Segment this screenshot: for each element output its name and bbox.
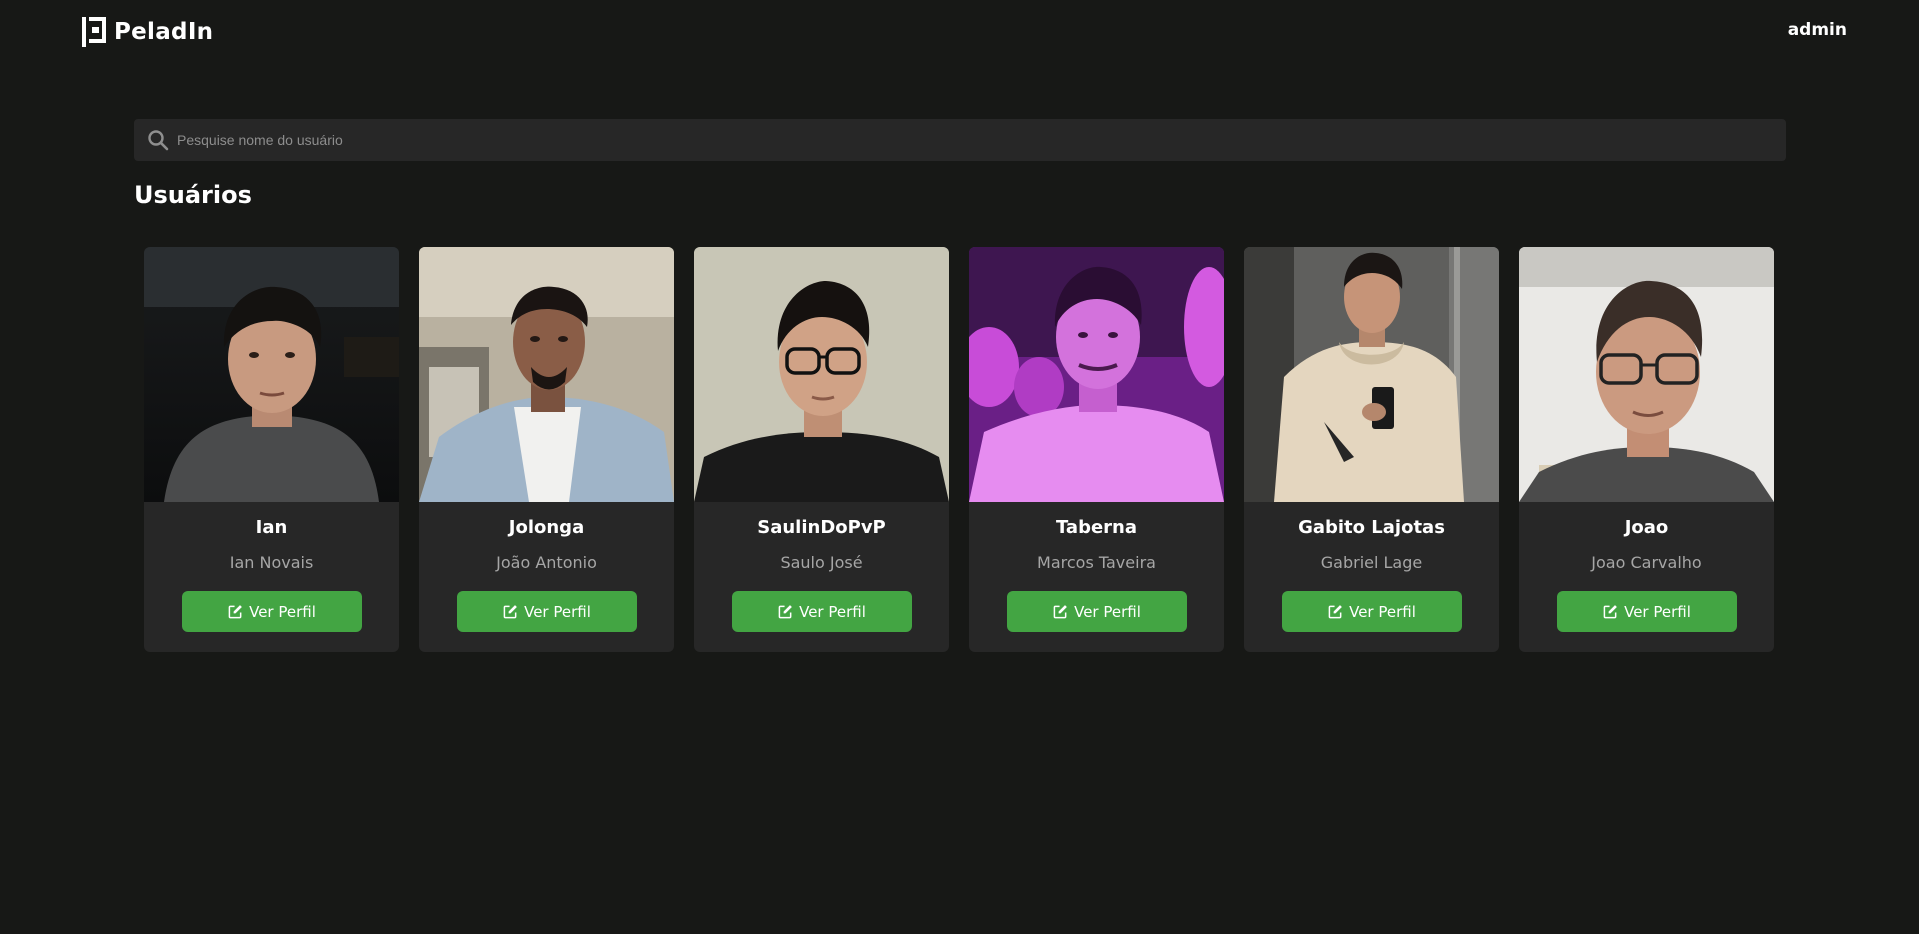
user-card: Jolonga João Antonio Ver Perfil [419,247,674,652]
view-profile-label: Ver Perfil [799,602,866,621]
view-profile-label: Ver Perfil [1624,602,1691,621]
brand-name: PeladIn [114,19,214,45]
user-photo [969,247,1224,502]
user-nickname: SaulinDoPvP [757,517,886,538]
view-profile-label: Ver Perfil [1074,602,1141,621]
user-fullname: Saulo José [780,553,863,572]
view-profile-label: Ver Perfil [1349,602,1416,621]
user-card: Joao Joao Carvalho Ver Perfil [1519,247,1774,652]
view-profile-button[interactable]: Ver Perfil [732,591,912,632]
edit-icon [1603,605,1617,619]
view-profile-button[interactable]: Ver Perfil [457,591,637,632]
view-profile-button[interactable]: Ver Perfil [1282,591,1462,632]
user-nickname: Ian [255,517,288,538]
edit-icon [1053,605,1067,619]
view-profile-label: Ver Perfil [524,602,591,621]
user-card-list: Ian Ian Novais Ver Perfil Jolonga João A… [144,247,1776,652]
user-menu-admin[interactable]: admin [1788,20,1847,40]
user-photo [419,247,674,502]
search-bar [134,119,1786,161]
user-photo [1244,247,1499,502]
user-fullname: Ian Novais [229,553,314,572]
section-title: Usuários [134,181,252,209]
user-nickname: Taberna [1055,517,1138,538]
user-nickname: Joao [1624,517,1669,538]
peladin-logo-icon [82,17,106,47]
user-card: Gabito Lajotas Gabriel Lage Ver Perfil [1244,247,1499,652]
user-card: SaulinDoPvP Saulo José Ver Perfil [694,247,949,652]
user-card: Taberna Marcos Taveira Ver Perfil [969,247,1224,652]
user-nickname: Gabito Lajotas [1298,517,1445,538]
edit-icon [778,605,792,619]
user-photo [1519,247,1774,502]
view-profile-button[interactable]: Ver Perfil [1557,591,1737,632]
edit-icon [1328,605,1342,619]
navbar: PeladIn admin [0,0,1919,64]
edit-icon [228,605,242,619]
view-profile-button[interactable]: Ver Perfil [182,591,362,632]
view-profile-label: Ver Perfil [249,602,316,621]
user-fullname: Marcos Taveira [1037,553,1156,572]
user-fullname: Joao Carvalho [1591,553,1702,572]
user-photo [144,247,399,502]
user-nickname: Jolonga [508,517,585,538]
edit-icon [503,605,517,619]
search-input[interactable] [173,120,1786,160]
search-icon [148,130,169,151]
user-photo [694,247,949,502]
user-fullname: João Antonio [496,553,597,572]
user-fullname: Gabriel Lage [1320,553,1423,572]
user-card: Ian Ian Novais Ver Perfil [144,247,399,652]
brand-link[interactable]: PeladIn [82,17,213,47]
view-profile-button[interactable]: Ver Perfil [1007,591,1187,632]
